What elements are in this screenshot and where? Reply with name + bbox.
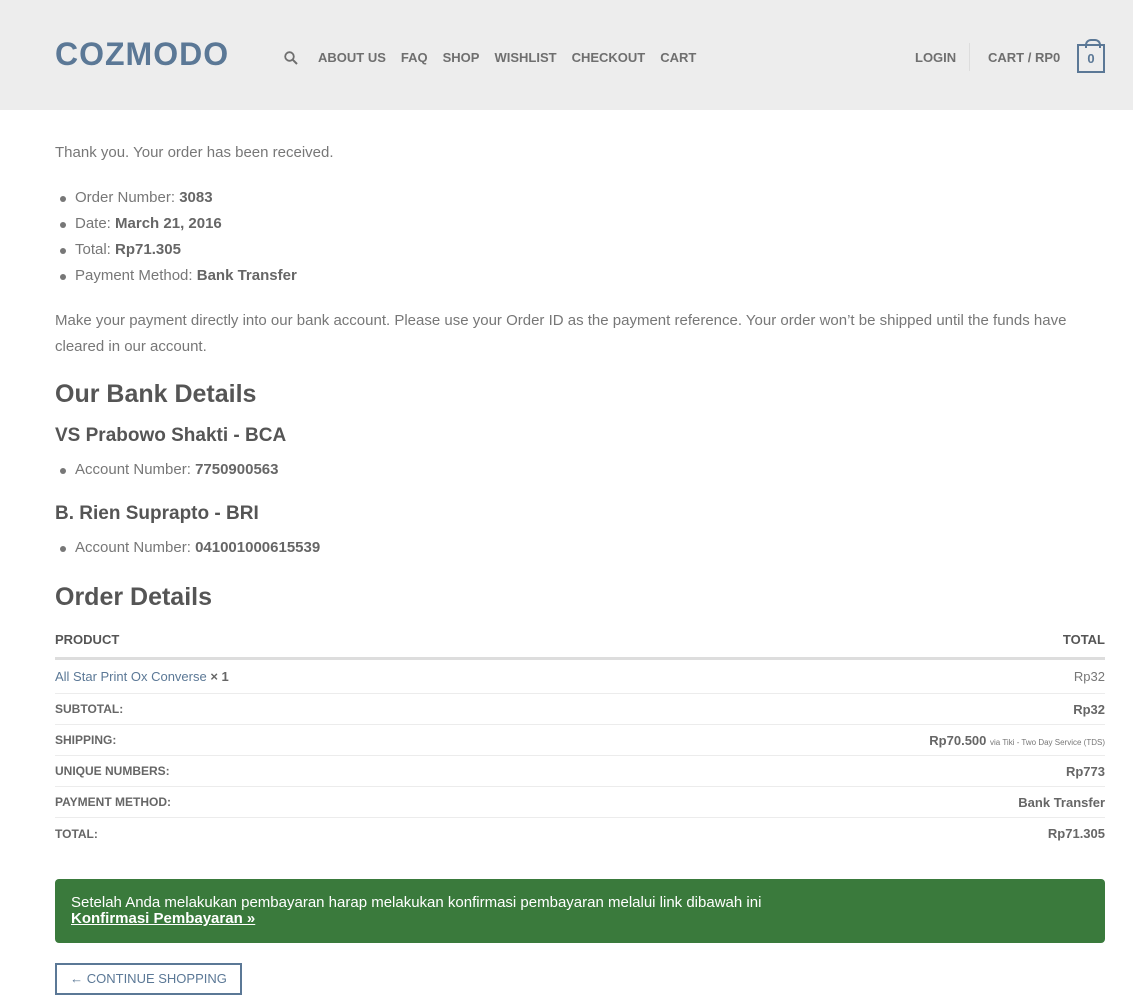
total-column-header: TOTAL bbox=[1062, 632, 1105, 647]
account-number: 7750900563 bbox=[195, 461, 279, 478]
unique-numbers-label: UNIQUE NUMBERS: bbox=[55, 764, 170, 778]
total-value: Rp71.305 bbox=[1047, 826, 1105, 841]
account-number: 041001000615539 bbox=[195, 539, 321, 556]
payment-confirmation-notice: Setelah Anda melakukan pembayaran harap … bbox=[55, 879, 1105, 943]
nav-wishlist[interactable]: WISHLIST bbox=[494, 50, 556, 65]
payment-method: Bank Transfer bbox=[196, 267, 297, 284]
notice-text: Setelah Anda melakukan pembayaran harap … bbox=[71, 894, 762, 911]
table-header: PRODUCT TOTAL bbox=[55, 620, 1105, 660]
shipping-method: via Tiki - Two Day Service (TDS) bbox=[990, 737, 1105, 747]
order-details-table: PRODUCT TOTAL All Star Print Ox Converse… bbox=[55, 620, 1105, 849]
table-row: UNIQUE NUMBERS: Rp773 bbox=[55, 756, 1105, 787]
site-logo[interactable]: COZMODO bbox=[55, 36, 229, 73]
nav-about-us[interactable]: ABOUT US bbox=[318, 50, 386, 65]
payment-method-value: Bank Transfer bbox=[1018, 794, 1105, 810]
nav-cart[interactable]: CART bbox=[660, 50, 696, 65]
subtotal-label: SUBTOTAL: bbox=[55, 702, 124, 716]
table-row: SUBTOTAL: Rp32 bbox=[55, 694, 1105, 725]
nav-faq[interactable]: FAQ bbox=[401, 50, 428, 65]
bank-account-name-2: B. Rien Suprapto - BRI bbox=[55, 503, 259, 524]
order-total: Rp71.305 bbox=[115, 241, 181, 258]
subtotal-value: Rp32 bbox=[1073, 701, 1105, 717]
cart-icon[interactable]: 0 bbox=[1077, 39, 1105, 73]
header-divider bbox=[969, 43, 970, 71]
search-icon[interactable] bbox=[284, 50, 298, 65]
payment-instructions: Make your payment directly into our bank… bbox=[55, 312, 1067, 355]
nav-checkout[interactable]: CHECKOUT bbox=[572, 50, 646, 65]
product-total: Rp32 bbox=[1073, 669, 1105, 684]
account-number-item: Account Number: 7750900563 bbox=[55, 457, 1105, 483]
site-header: COZMODO ABOUT US FAQ SHOP WISHLIST CHECK… bbox=[0, 0, 1133, 110]
unique-numbers-value: Rp773 bbox=[1065, 763, 1105, 779]
table-row: TOTAL: Rp71.305 bbox=[55, 818, 1105, 849]
login-link[interactable]: LOGIN bbox=[915, 50, 956, 65]
product-column-header: PRODUCT bbox=[55, 632, 120, 647]
bank-account-name-1: VS Prabowo Shakti - BCA bbox=[55, 425, 287, 446]
order-date-item: Date: March 21, 2016 bbox=[55, 211, 1105, 237]
product-link[interactable]: All Star Print Ox Converse bbox=[55, 669, 207, 684]
main-nav: ABOUT US FAQ SHOP WISHLIST CHECKOUT CART bbox=[284, 50, 711, 65]
order-number: 3083 bbox=[179, 189, 213, 206]
order-details-heading: Order Details bbox=[55, 583, 213, 611]
shipping-value: Rp70.500 bbox=[929, 732, 987, 748]
confirm-payment-link[interactable]: Konfirmasi Pembayaran » bbox=[71, 910, 255, 927]
payment-method-item: Payment Method: Bank Transfer bbox=[55, 263, 1105, 289]
bank-account-list-2: Account Number: 041001000615539 bbox=[55, 535, 1105, 561]
shipping-label: SHIPPING: bbox=[55, 733, 117, 747]
thank-you-message: Thank you. Your order has been received. bbox=[55, 144, 334, 161]
product-quantity: × 1 bbox=[210, 669, 229, 684]
order-date: March 21, 2016 bbox=[115, 215, 222, 232]
payment-method-label: PAYMENT METHOD: bbox=[55, 795, 172, 809]
order-received-content: Thank you. Your order has been received.… bbox=[55, 140, 1105, 849]
nav-shop[interactable]: SHOP bbox=[443, 50, 480, 65]
table-row: All Star Print Ox Converse × 1 Rp32 bbox=[55, 660, 1105, 694]
table-row: SHIPPING: Rp70.500 via Tiki - Two Day Se… bbox=[55, 725, 1105, 756]
order-total-item: Total: Rp71.305 bbox=[55, 237, 1105, 263]
order-number-item: Order Number: 3083 bbox=[55, 185, 1105, 211]
account-number-item: Account Number: 041001000615539 bbox=[55, 535, 1105, 561]
continue-shopping-button[interactable]: ← CONTINUE SHOPPING bbox=[55, 963, 242, 995]
bank-details-heading: Our Bank Details bbox=[55, 380, 257, 408]
total-label: TOTAL: bbox=[55, 826, 98, 841]
table-row: PAYMENT METHOD: Bank Transfer bbox=[55, 787, 1105, 818]
order-overview: Order Number: 3083 Date: March 21, 2016 … bbox=[55, 185, 1105, 289]
cart-total-link[interactable]: CART / RP0 bbox=[988, 50, 1060, 65]
bank-account-list-1: Account Number: 7750900563 bbox=[55, 457, 1105, 483]
